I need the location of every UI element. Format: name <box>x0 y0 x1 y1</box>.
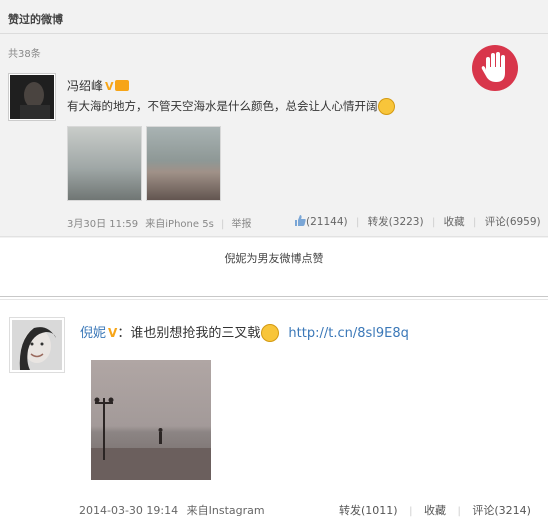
separator: | <box>457 506 461 517</box>
post2-actions: 转发(1011) | 收藏 | 评论(3214) <box>339 502 531 518</box>
separator: | <box>355 217 360 228</box>
separator: | <box>220 219 225 230</box>
like-hand-icon <box>472 45 518 91</box>
post-image-sea-2[interactable] <box>146 126 221 201</box>
comment-button[interactable]: 评论(3214) <box>472 504 531 517</box>
post1-author: 冯绍峰 V <box>67 75 129 94</box>
avatar[interactable] <box>9 317 65 373</box>
member-level-icon <box>114 80 129 91</box>
report-link[interactable]: 举报 <box>232 219 252 230</box>
post-image-sea-1[interactable] <box>67 126 142 201</box>
favorite-button[interactable]: 收藏 <box>444 216 465 228</box>
comment-button[interactable]: 评论(6959) <box>485 216 541 228</box>
total-count: 共38条 <box>8 49 41 60</box>
like-button[interactable]: (21144) <box>294 215 348 228</box>
repost-button[interactable]: 转发(1011) <box>339 504 398 517</box>
short-link[interactable]: http://t.cn/8sl9E8q <box>288 326 409 341</box>
favorite-button[interactable]: 收藏 <box>424 504 446 517</box>
thumbs-up-icon <box>294 215 306 226</box>
shocked-emoji-icon <box>261 323 280 342</box>
username[interactable]: 冯绍峰 <box>67 79 103 93</box>
post-source[interactable]: 来自Instagram <box>187 504 265 517</box>
repost-button[interactable]: 转发(3223) <box>368 216 424 228</box>
post2-header: 倪妮 V：谁也别想抢我的三叉戟 http://t.cn/8sl9E8q <box>80 322 409 342</box>
laugh-emoji-icon <box>377 98 395 115</box>
liked-weibo-tab[interactable]: 赞过的微博 <box>8 11 63 27</box>
post2-meta: 2014-03-30 19:14 来自Instagram <box>79 502 265 518</box>
post-text: ：谁也别想抢我的三叉戟 <box>117 326 261 341</box>
separator: | <box>409 506 413 517</box>
post1-body: 有大海的地方，不管天空海水是什么颜色，总会让人心情开阔 <box>67 98 395 115</box>
post-date[interactable]: 2014-03-30 19:14 <box>79 504 178 517</box>
post1-actions: (21144) | 转发(3223) | 收藏 | 评论(6959) <box>294 214 541 229</box>
verified-icon: V <box>105 80 114 93</box>
post1-meta: 3月30日 11:59 来自iPhone 5s | 举报 <box>67 215 252 230</box>
post-image-pier[interactable] <box>91 360 211 480</box>
post-source[interactable]: 来自iPhone 5s <box>145 219 214 230</box>
section-divider <box>0 299 548 300</box>
section-divider <box>0 236 548 237</box>
tab-divider <box>0 33 548 34</box>
like-count: (21144) <box>306 216 348 228</box>
avatar[interactable] <box>8 73 56 121</box>
section-divider <box>0 296 548 297</box>
separator: | <box>473 217 477 228</box>
news-caption: 倪妮为男友微博点赞 <box>224 252 324 265</box>
verified-icon: V <box>108 326 118 340</box>
post-date[interactable]: 3月30日 11:59 <box>67 219 138 230</box>
post-text: 有大海的地方，不管天空海水是什么颜色，总会让人心情开阔 <box>67 99 378 113</box>
separator: | <box>431 217 436 228</box>
username[interactable]: 倪妮 <box>80 326 106 341</box>
